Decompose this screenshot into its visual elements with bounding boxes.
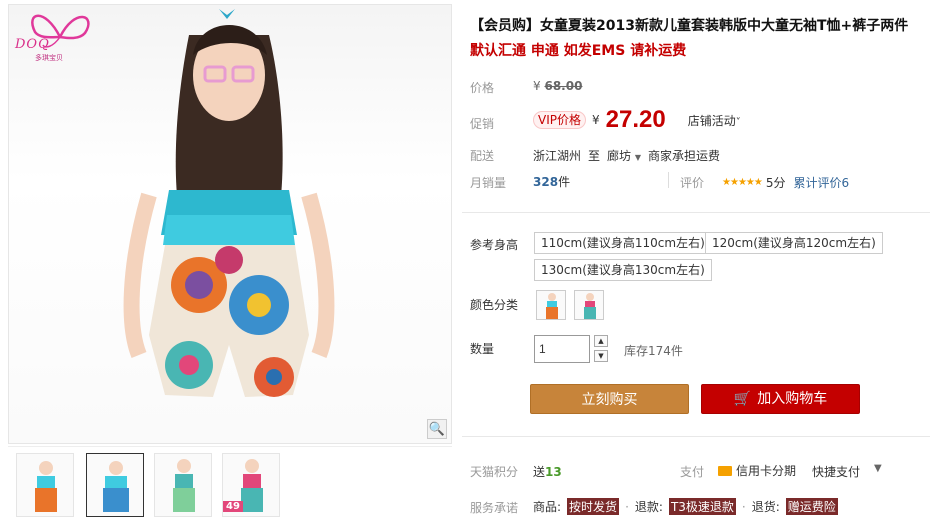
add-to-cart-label: 加入购物车 bbox=[757, 391, 828, 407]
ship-to-dropdown[interactable]: 廊坊 ▼ bbox=[607, 147, 641, 164]
pay-label: 支付 bbox=[680, 465, 705, 479]
credit-card-icon bbox=[718, 465, 732, 476]
price-label: 价格 bbox=[470, 81, 495, 95]
star-rating-icon: ★★★★★ bbox=[722, 177, 763, 188]
thumbnail-1[interactable] bbox=[16, 453, 74, 517]
logo-text: DOQ bbox=[15, 37, 50, 52]
model-photo bbox=[123, 9, 335, 397]
divider bbox=[462, 436, 930, 437]
qty-increase-button[interactable]: ▲ bbox=[594, 335, 608, 347]
divider bbox=[462, 212, 930, 213]
points-label: 天猫积分 bbox=[470, 465, 519, 479]
caret-down-icon: ▼ bbox=[634, 153, 642, 162]
brand-logo: DOQ 多琪宝贝 bbox=[15, 7, 105, 63]
shipping-row: 浙江湖州 至 廊坊 ▼ 商家承担运费 bbox=[533, 147, 720, 164]
rating-score: 5分 bbox=[765, 176, 786, 190]
ship-from: 浙江湖州 bbox=[533, 149, 582, 163]
review-count-link[interactable]: 累计评价6 bbox=[793, 174, 849, 191]
divider bbox=[668, 172, 669, 188]
thumbnail-2[interactable] bbox=[86, 453, 144, 517]
original-price: ¥ 68.00 bbox=[533, 79, 583, 93]
logo-subtext: 多琪宝贝 bbox=[35, 54, 63, 62]
quantity-input[interactable]: 1 bbox=[534, 335, 590, 363]
chevron-down-icon: ˅ bbox=[735, 116, 741, 128]
buy-now-button[interactable]: 立刻购买 bbox=[530, 384, 689, 414]
quick-pay[interactable]: 快捷支付 ▼ bbox=[812, 463, 882, 480]
shipping-fee: 商家承担运费 bbox=[648, 149, 721, 163]
vip-badge: VIP价格 bbox=[533, 111, 586, 129]
thumbnail-strip: 49 bbox=[8, 446, 452, 526]
qty-decrease-button[interactable]: ▼ bbox=[594, 350, 608, 362]
thumbnail-3[interactable] bbox=[154, 453, 212, 517]
vip-price-row: VIP价格 ¥ 27.20 店铺活动˅ bbox=[533, 106, 741, 134]
currency-symbol: ¥ bbox=[592, 113, 600, 127]
product-subtitle: 默认汇通 申通 如发EMS 请补运费 bbox=[470, 43, 687, 59]
on-time-tag[interactable]: 按时发货 bbox=[567, 498, 620, 515]
store-activity-dropdown[interactable]: 店铺活动˅ bbox=[688, 112, 741, 129]
size-option-110[interactable]: 110cm(建议身高110cm左右) bbox=[534, 232, 712, 254]
add-to-cart-button[interactable]: 🛒 加入购物车 bbox=[701, 384, 860, 414]
cart-icon: 🛒 bbox=[733, 391, 752, 407]
size-option-130[interactable]: 130cm(建议身高130cm左右) bbox=[534, 259, 712, 281]
monthly-sales: 328件 bbox=[533, 175, 571, 189]
service-promises: 商品: 按时发货 · 退款: T3极速退款 · 退货: 赠运费险 bbox=[533, 498, 838, 515]
color-swatch-2[interactable] bbox=[574, 290, 604, 320]
chevron-down-icon: ▼ bbox=[874, 463, 882, 474]
thumbnail-badge: 49 bbox=[223, 501, 243, 512]
ship-to-word: 至 bbox=[588, 149, 601, 163]
rating-row: 评价 ★★★★★ 5分 累计评价6 bbox=[680, 174, 850, 191]
refund-tag[interactable]: T3极速退款 bbox=[668, 498, 736, 515]
shipping-label: 配送 bbox=[470, 149, 495, 163]
monthly-sales-label: 月销量 bbox=[470, 176, 507, 190]
vip-price: 27.20 bbox=[605, 106, 666, 133]
return-tag[interactable]: 赠运费险 bbox=[785, 498, 838, 515]
product-title: 【会员购】女童夏装2013新款儿童套装韩版中大童无袖T恤+裤子两件 bbox=[470, 18, 909, 34]
points-value: 送13 bbox=[533, 465, 562, 479]
promo-label: 促销 bbox=[470, 117, 495, 131]
thumbnail-4[interactable]: 49 bbox=[222, 453, 280, 517]
main-product-image[interactable]: DOQ 多琪宝贝 🔍 bbox=[8, 4, 452, 444]
qty-label: 数量 bbox=[470, 342, 495, 356]
size-option-120[interactable]: 120cm(建议身高120cm左右) bbox=[705, 232, 883, 254]
color-label: 颜色分类 bbox=[470, 298, 519, 312]
zoom-icon[interactable]: 🔍 bbox=[427, 419, 447, 439]
promise-label: 服务承诺 bbox=[470, 501, 519, 515]
size-label: 参考身高 bbox=[470, 238, 519, 252]
color-swatch-1[interactable] bbox=[536, 290, 566, 320]
credit-installment[interactable]: 信用卡分期 bbox=[718, 462, 796, 479]
stock-text: 库存174件 bbox=[624, 344, 683, 358]
